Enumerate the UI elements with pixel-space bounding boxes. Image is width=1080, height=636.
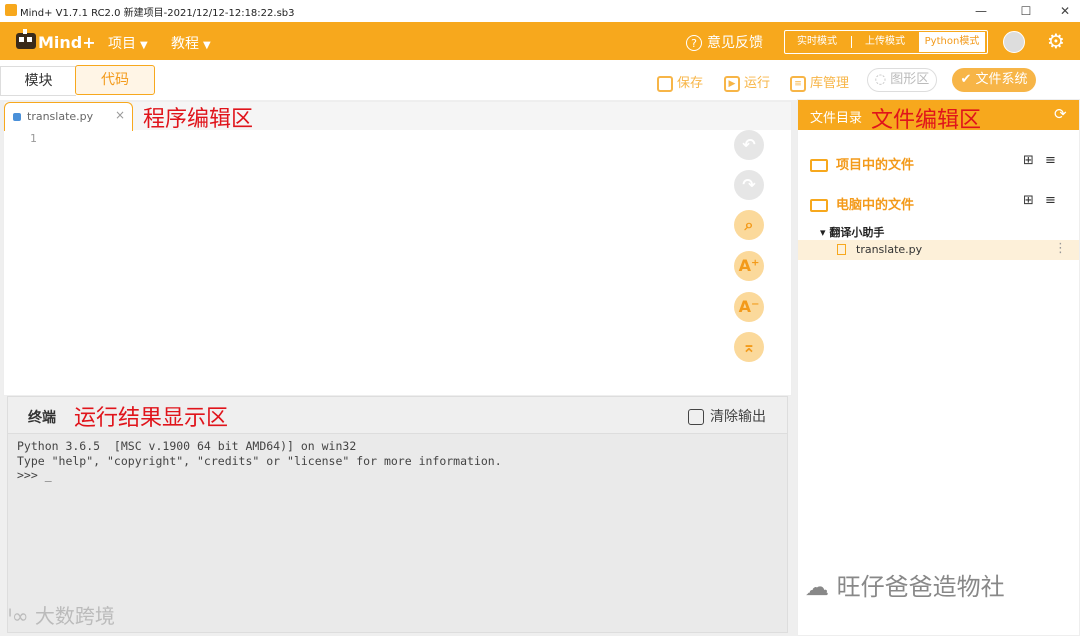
mode-upload[interactable]: 上传模式 <box>853 31 917 53</box>
check-circle-icon: ✔ <box>960 72 976 87</box>
watermark-left: ᑊ∞ 大数跨境 <box>8 600 115 629</box>
line-number: 1 <box>30 132 37 145</box>
avatar[interactable] <box>1003 31 1025 53</box>
run-button[interactable]: ▶ 运行 <box>724 72 770 92</box>
file-panel-annotation: 文件编辑区 <box>871 108 982 133</box>
window-title: Mind+ V1.7.1 RC2.0 新建项目-2021/12/12-12:18… <box>20 8 295 19</box>
file-panel-header: 文件目录 文件编辑区 ⟳ <box>798 100 1079 133</box>
terminal-annotation: 运行结果显示区 <box>74 406 229 431</box>
play-icon: ▶ <box>724 75 740 92</box>
search-icon[interactable]: ⌕ <box>734 210 764 240</box>
scroll-top-icon[interactable]: ⌅ <box>734 332 764 362</box>
gear-icon[interactable]: ⚙ <box>1045 30 1067 52</box>
logo-icon: ᑊ∞ <box>8 604 35 628</box>
more-vertical-icon[interactable]: ⋮ <box>1054 241 1067 256</box>
computer-files-label: 电脑中的文件 <box>836 198 915 213</box>
wechat-icon: ☁ <box>805 573 837 601</box>
file-item[interactable]: translate.py ⋮ <box>798 240 1079 260</box>
refresh-icon[interactable]: ⟳ <box>1054 105 1067 123</box>
secondary-toolbar: 模块 代码 保存 ▶ 运行 ≡ 库管理 ◌ 图形区 ✔ 文件系统 <box>0 60 1080 100</box>
circle-icon: ◌ <box>874 72 891 87</box>
tab-code[interactable]: 代码 <box>75 65 155 95</box>
file-panel: 文件目录 文件编辑区 ⟳ 项目中的文件 ⊞ ≡ 电脑中的文件 ⊞ ≡ ▾ 翻译小… <box>797 99 1080 636</box>
window-title-bar: Mind+ V1.7.1 RC2.0 新建项目-2021/12/12-12:18… <box>0 0 1080 23</box>
new-file-icon[interactable]: ⊞ <box>1023 153 1034 168</box>
code-editor[interactable]: translate.py × 程序编辑区 1 ↶ ↷ ⌕ A⁺ A⁻ ⌅ <box>3 101 792 396</box>
font-decrease-icon[interactable]: A⁻ <box>734 292 764 322</box>
mode-switcher: 实时模式 上传模式 Python模式 <box>784 30 988 54</box>
menu-project[interactable]: 项目 ▼ <box>108 33 148 53</box>
top-menu-bar: Mind+ 项目 ▼ 教程 ▼ ? 意见反馈 实时模式 上传模式 Python模式 ⚙ <box>0 22 1080 60</box>
help-circle-icon: ? <box>686 35 702 51</box>
menu-icon[interactable]: ≡ <box>1045 153 1056 168</box>
python-file-icon <box>13 113 21 121</box>
clear-output-button[interactable]: 清除输出 <box>688 406 766 426</box>
project-files-section[interactable]: 项目中的文件 <box>810 154 914 173</box>
tab-blocks[interactable]: 模块 <box>0 66 76 96</box>
watermark-right-text: 旺仔爸爸造物社 <box>836 573 1005 601</box>
terminal-header: 终端 运行结果显示区 清除输出 <box>8 397 787 434</box>
redo-icon[interactable]: ↷ <box>734 170 764 200</box>
terminal-output[interactable]: Python 3.6.5 [MSC v.1900 64 bit AMD64)] … <box>17 439 502 483</box>
maximize-button[interactable]: ☐ <box>1011 2 1041 20</box>
monitor-icon <box>810 199 828 212</box>
feedback-label: 意见反馈 <box>707 35 763 51</box>
folder-item[interactable]: ▾ 翻译小助手 <box>820 224 884 240</box>
menu-tutorial[interactable]: 教程 ▼ <box>171 33 211 53</box>
watermark-right: ☁ 旺仔爸爸造物社 <box>805 567 1005 602</box>
app-icon <box>5 4 17 16</box>
list-icon <box>810 159 828 172</box>
editor-file-tab[interactable]: translate.py × <box>4 102 133 131</box>
mind-plus-logo[interactable]: Mind+ <box>14 28 94 54</box>
graphics-label: 图形区 <box>890 72 930 87</box>
font-increase-icon[interactable]: A⁺ <box>734 251 764 281</box>
file-item-label: translate.py <box>856 243 923 256</box>
mode-realtime[interactable]: 实时模式 <box>785 31 849 53</box>
save-label: 保存 <box>677 76 704 91</box>
file-tab-label: translate.py <box>27 110 94 123</box>
filesystem-button[interactable]: ✔ 文件系统 <box>952 68 1036 92</box>
menu-tutorial-label: 教程 <box>171 36 199 52</box>
graphics-area-button[interactable]: ◌ 图形区 <box>867 68 937 92</box>
library-button[interactable]: ≡ 库管理 <box>790 72 849 92</box>
file-icon <box>837 244 846 255</box>
terminal-title: 终端 <box>28 410 56 426</box>
editor-tab-strip: translate.py × 程序编辑区 <box>4 102 791 132</box>
svg-text:Mind+: Mind+ <box>38 33 94 52</box>
divider <box>851 36 852 48</box>
terminal-panel: 终端 运行结果显示区 清除输出 Python 3.6.5 [MSC v.1900… <box>7 396 788 633</box>
chevron-down-icon: ▼ <box>203 40 211 51</box>
save-button[interactable]: 保存 <box>657 72 703 92</box>
library-icon: ≡ <box>790 75 806 92</box>
broom-icon <box>688 409 704 425</box>
run-label: 运行 <box>744 76 771 91</box>
menu-icon[interactable]: ≡ <box>1045 193 1056 208</box>
editor-annotation: 程序编辑区 <box>143 107 254 132</box>
close-tab-icon[interactable]: × <box>115 108 125 122</box>
close-button[interactable]: ✕ <box>1050 2 1080 20</box>
project-files-label: 项目中的文件 <box>836 158 915 173</box>
minimize-button[interactable]: — <box>966 2 996 20</box>
new-file-icon[interactable]: ⊞ <box>1023 193 1034 208</box>
filesystem-label: 文件系统 <box>975 72 1028 87</box>
undo-icon[interactable]: ↶ <box>734 130 764 160</box>
watermark-left-text: 大数跨境 <box>34 604 115 628</box>
feedback-button[interactable]: ? 意见反馈 <box>686 32 763 52</box>
library-label: 库管理 <box>810 76 850 91</box>
computer-files-section[interactable]: 电脑中的文件 <box>810 194 914 213</box>
chevron-down-icon: ▼ <box>140 40 148 51</box>
menu-project-label: 项目 <box>108 36 136 52</box>
mode-python[interactable]: Python模式 <box>919 32 985 52</box>
file-panel-title: 文件目录 <box>810 111 863 126</box>
clear-output-label: 清除输出 <box>710 409 766 425</box>
save-icon <box>657 75 673 92</box>
